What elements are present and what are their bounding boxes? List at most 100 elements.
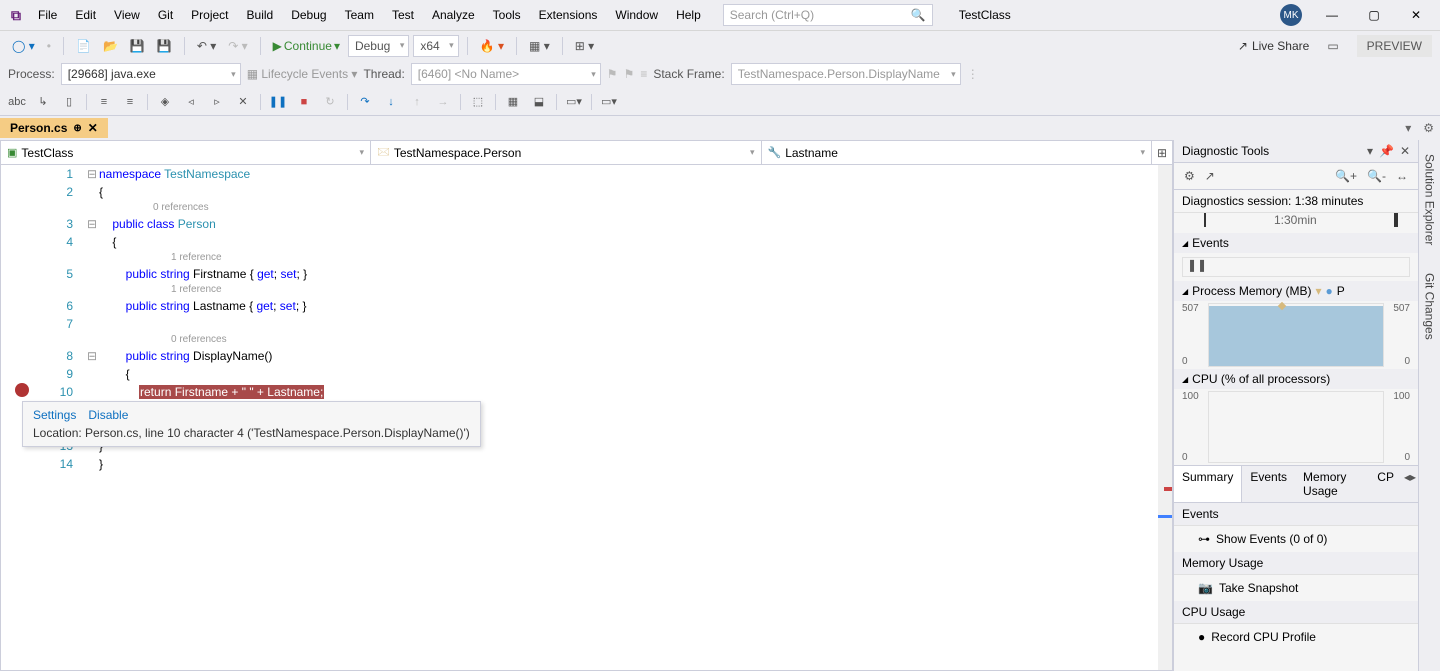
- process-combo[interactable]: [29668] java.exe: [61, 63, 241, 85]
- menu-test[interactable]: Test: [384, 4, 422, 26]
- sidetab-solution-explorer[interactable]: Solution Explorer: [1421, 148, 1439, 251]
- close-button[interactable]: ✕: [1396, 1, 1436, 29]
- preview-button[interactable]: PREVIEW: [1357, 35, 1432, 57]
- tab-summary[interactable]: Summary: [1174, 466, 1242, 502]
- step-over-icon[interactable]: ↷: [356, 93, 374, 111]
- outdent-icon[interactable]: ≡: [121, 93, 139, 111]
- toolbox-icon[interactable]: ▦ ▾: [525, 37, 554, 55]
- chart1-icon[interactable]: ▦: [504, 93, 522, 111]
- back-button[interactable]: ◯ ▾: [8, 37, 39, 55]
- chart2-icon[interactable]: ⬓: [530, 93, 548, 111]
- tab-close-icon[interactable]: ✕: [88, 121, 98, 135]
- step-out-icon[interactable]: ↑: [408, 93, 426, 111]
- menu-edit[interactable]: Edit: [67, 4, 104, 26]
- pause-icon[interactable]: ❚❚: [269, 93, 287, 111]
- continue-button[interactable]: ▶ Continue ▾: [269, 37, 344, 55]
- next-bookmark-icon[interactable]: ▹: [208, 93, 226, 111]
- menu-team[interactable]: Team: [337, 4, 382, 26]
- clear-bookmarks-icon[interactable]: ✕: [234, 93, 252, 111]
- tab-dropdown-icon[interactable]: ▾: [1399, 121, 1417, 135]
- menu-build[interactable]: Build: [239, 4, 282, 26]
- terminal-icon[interactable]: ▭▾: [600, 93, 618, 111]
- settings-icon[interactable]: ⚙: [1184, 169, 1195, 183]
- live-share-button[interactable]: ↗ Live Share: [1238, 39, 1309, 53]
- menu-help[interactable]: Help: [668, 4, 709, 26]
- zoom-out-icon[interactable]: 🔍-: [1367, 169, 1386, 183]
- search-placeholder: Search (Ctrl+Q): [730, 8, 814, 22]
- indent-icon[interactable]: ≡: [95, 93, 113, 111]
- dropdown-icon[interactable]: ▭▾: [565, 93, 583, 111]
- gear-icon[interactable]: ⚙: [1417, 121, 1440, 135]
- stack-opt-icon[interactable]: ⋮: [967, 67, 979, 81]
- feedback-icon[interactable]: ▭: [1323, 37, 1342, 55]
- nav-scope[interactable]: ▣TestClass: [1, 141, 371, 164]
- take-snapshot[interactable]: 📷Take Snapshot: [1174, 575, 1418, 601]
- menu-project[interactable]: Project: [183, 4, 236, 26]
- menu-git[interactable]: Git: [150, 4, 181, 26]
- open-file-icon[interactable]: 📂: [99, 37, 122, 55]
- step-icon[interactable]: ↳: [34, 93, 52, 111]
- layout-icon[interactable]: ⊞ ▾: [571, 37, 598, 55]
- save-all-icon[interactable]: 💾: [153, 37, 176, 55]
- menu-extensions[interactable]: Extensions: [531, 4, 606, 26]
- marker-icon[interactable]: ◈: [156, 93, 174, 111]
- nav-type[interactable]: 🖂TestNamespace.Person: [371, 141, 762, 164]
- redo-icon[interactable]: ↷ ▾: [224, 37, 251, 55]
- prev-bookmark-icon[interactable]: ◃: [182, 93, 200, 111]
- tab-events[interactable]: Events: [1242, 466, 1295, 502]
- maximize-button[interactable]: ▢: [1354, 1, 1394, 29]
- tab-person-cs[interactable]: Person.cs ⊕ ✕: [0, 118, 108, 138]
- hot-reload-icon[interactable]: 🔥 ▾: [476, 37, 508, 55]
- abc-icon[interactable]: abc: [8, 93, 26, 111]
- stack-combo[interactable]: TestNamespace.Person.DisplayName: [731, 63, 961, 85]
- menu-file[interactable]: File: [30, 4, 65, 26]
- flag-icon[interactable]: ⚑: [607, 67, 618, 81]
- stop-icon[interactable]: ■: [295, 93, 313, 111]
- nav-member[interactable]: 🔧Lastname: [762, 141, 1153, 164]
- hex-icon[interactable]: ⬚: [469, 93, 487, 111]
- config-combo[interactable]: Debug: [348, 35, 409, 57]
- step-into-icon[interactable]: ↓: [382, 93, 400, 111]
- tab-cpu[interactable]: CP: [1369, 466, 1402, 502]
- minimize-button[interactable]: —: [1312, 1, 1352, 29]
- split-icon[interactable]: ⊞: [1152, 141, 1172, 164]
- menu-analyze[interactable]: Analyze: [424, 4, 483, 26]
- breakpoint-icon[interactable]: [15, 383, 29, 397]
- zoom-in-icon[interactable]: 🔍+: [1335, 169, 1357, 183]
- tooltip-settings-link[interactable]: Settings: [33, 408, 76, 422]
- bookmark-icon[interactable]: ▯: [60, 93, 78, 111]
- menu-debug[interactable]: Debug: [283, 4, 334, 26]
- pin-icon[interactable]: ⊕: [73, 123, 81, 134]
- save-icon[interactable]: 💾: [126, 37, 149, 55]
- scrollbar[interactable]: [1158, 165, 1172, 670]
- tab-scroll-icon[interactable]: ◂▸: [1402, 466, 1418, 502]
- panel-controls[interactable]: ▾📌✕: [1367, 144, 1410, 158]
- avatar[interactable]: MK: [1280, 4, 1302, 26]
- thread-combo[interactable]: [6460] <No Name>: [411, 63, 601, 85]
- timeline[interactable]: 1:30min: [1174, 213, 1418, 233]
- tooltip-disable-link[interactable]: Disable: [88, 408, 128, 422]
- restart-icon[interactable]: ↻: [321, 93, 339, 111]
- flag2-icon[interactable]: ⚑: [624, 67, 635, 81]
- menu-tools[interactable]: Tools: [485, 4, 529, 26]
- search-input[interactable]: Search (Ctrl+Q) 🔍: [723, 4, 933, 26]
- project-icon: ▣: [7, 146, 17, 159]
- record-cpu[interactable]: ●Record CPU Profile: [1174, 624, 1418, 650]
- run-to-icon[interactable]: →: [434, 93, 452, 111]
- sidetab-git-changes[interactable]: Git Changes: [1421, 267, 1439, 346]
- events-section[interactable]: Events: [1174, 233, 1418, 253]
- tab-memory[interactable]: Memory Usage: [1295, 466, 1369, 502]
- menu-window[interactable]: Window: [607, 4, 666, 26]
- reset-zoom-icon[interactable]: ↔: [1396, 169, 1408, 183]
- cpu-section[interactable]: CPU (% of all processors): [1174, 369, 1418, 389]
- new-item-icon[interactable]: 📄: [72, 37, 95, 55]
- menu-view[interactable]: View: [106, 4, 148, 26]
- forward-button[interactable]: •: [43, 37, 55, 55]
- export-icon[interactable]: ↗: [1205, 169, 1215, 183]
- lifecycle-events[interactable]: ▦ Lifecycle Events ▾: [247, 67, 358, 81]
- platform-combo[interactable]: x64: [413, 35, 458, 57]
- threads-icon[interactable]: ≡: [640, 67, 647, 81]
- memory-section[interactable]: Process Memory (MB) ▾ ●P: [1174, 281, 1418, 301]
- show-events[interactable]: ⊶Show Events (0 of 0): [1174, 526, 1418, 552]
- undo-icon[interactable]: ↶ ▾: [193, 37, 220, 55]
